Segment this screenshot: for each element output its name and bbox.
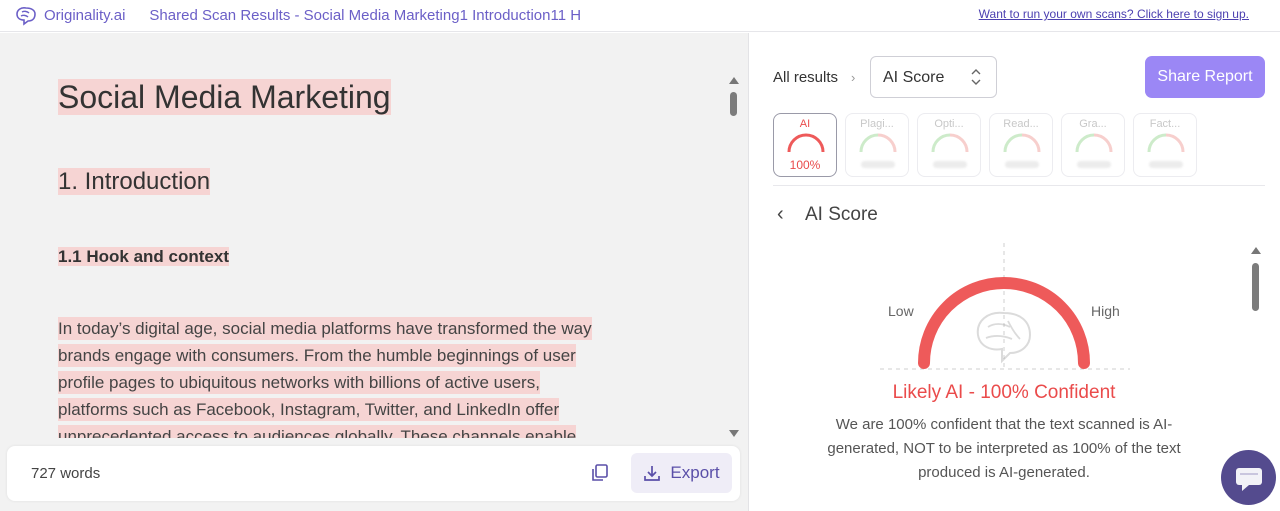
app-logo[interactable]: Originality.ai: [14, 6, 125, 26]
chat-button[interactable]: [1221, 450, 1276, 505]
paragraph-line: unprecedented access to audiences global…: [58, 425, 577, 438]
tile-gauge-icon: [1003, 133, 1041, 153]
tile-value-redacted: [1005, 161, 1039, 168]
copy-icon[interactable]: [590, 463, 610, 483]
brain-logo-icon: [16, 6, 36, 26]
gauge-high-label: High: [1091, 303, 1120, 319]
app-name: Originality.ai: [44, 7, 126, 24]
word-count: 727 words: [31, 465, 101, 482]
score-tile[interactable]: Opti...: [917, 113, 981, 177]
tile-label: Read...: [1003, 118, 1039, 130]
verdict-explanation: We are 100% confident that the text scan…: [827, 416, 1181, 481]
export-button[interactable]: Export: [631, 453, 732, 493]
document-heading-3: 1.1 Hook and context: [58, 245, 229, 269]
scroll-up-arrow[interactable]: [729, 77, 739, 84]
score-tile[interactable]: Plagi...: [845, 113, 909, 177]
section-title: AI Score: [805, 204, 878, 225]
scrollbar-thumb[interactable]: [730, 92, 737, 116]
share-report-button[interactable]: Share Report: [1145, 56, 1265, 98]
document-pane: Social Media Marketing 1. Introduction 1…: [0, 33, 749, 511]
tile-label: Fact...: [1149, 118, 1181, 130]
score-tile[interactable]: Fact...: [1133, 113, 1197, 177]
brain-icon: [976, 311, 1032, 364]
document-paragraph: In today’s digital age, social media pla…: [58, 315, 633, 438]
tile-gauge-icon: [1075, 133, 1113, 153]
verdict-text: Likely AI - 100% Confident: [892, 382, 1116, 403]
tile-gauge-icon: [859, 133, 897, 153]
score-tile[interactable]: Read...: [989, 113, 1053, 177]
chevron-left-icon[interactable]: ‹: [777, 203, 784, 226]
tile-label: Opti...: [934, 118, 964, 130]
tile-value: 100%: [789, 158, 821, 172]
paragraph-line: brands engage with consumers. From the h…: [58, 344, 576, 367]
document-heading-2: 1. Introduction: [58, 167, 211, 197]
tile-gauge-icon: [787, 133, 825, 153]
score-type-select[interactable]: AI Score: [870, 56, 997, 98]
paragraph-line: platforms such as Facebook, Instagram, T…: [58, 398, 560, 421]
tile-label: Gra...: [1079, 118, 1107, 130]
chat-icon: [1236, 468, 1262, 491]
document-heading-1: Social Media Marketing: [58, 77, 391, 117]
score-tiles: AI 100% Plagi... Opti... Read... Gra... Fact..…: [773, 113, 1273, 177]
export-label: Export: [670, 463, 720, 482]
score-tile[interactable]: AI 100%: [773, 113, 837, 177]
scrollbar-thumb[interactable]: [1252, 263, 1259, 311]
document-scrollbar[interactable]: [728, 77, 740, 437]
heading-1-text: Social Media Marketing: [58, 79, 391, 115]
paragraph-line: In today’s digital age, social media pla…: [58, 317, 592, 340]
document-scroll-area[interactable]: Social Media Marketing 1. Introduction 1…: [0, 33, 728, 438]
scroll-up-arrow[interactable]: [1251, 247, 1261, 254]
divider: [773, 185, 1265, 186]
paragraph-line: profile pages to ubiquitous networks wit…: [58, 371, 540, 394]
tile-value-redacted: [933, 161, 967, 168]
gauge-low-label: Low: [888, 303, 914, 319]
tile-label: Plagi...: [860, 118, 894, 130]
document-toolbar: 727 words Export: [7, 446, 740, 501]
sort-caret-icon: [971, 69, 981, 85]
chevron-right-icon: ›: [851, 70, 856, 85]
select-value: AI Score: [883, 69, 945, 86]
tile-value-redacted: [1149, 161, 1183, 168]
scroll-down-arrow[interactable]: [729, 430, 739, 437]
results-pane: All results › AI Score Share Report AI 10…: [750, 33, 1280, 511]
heading-2-text: 1. Introduction: [58, 168, 211, 195]
breadcrumb-all-results[interactable]: All results: [773, 69, 838, 86]
signup-link[interactable]: Want to run your own scans? Click here t…: [979, 7, 1249, 21]
top-bar: Originality.ai Shared Scan Results - Soc…: [0, 0, 1280, 32]
tile-gauge-icon: [1147, 133, 1185, 153]
tile-gauge-icon: [931, 133, 969, 153]
score-tile[interactable]: Gra...: [1061, 113, 1125, 177]
tile-value-redacted: [861, 161, 895, 168]
tile-label: AI: [799, 118, 811, 130]
download-icon: [644, 466, 661, 481]
page-title: Shared Scan Results - Social Media Marke…: [149, 7, 582, 24]
heading-3-text: 1.1 Hook and context: [58, 247, 229, 266]
tile-value-redacted: [1077, 161, 1111, 168]
